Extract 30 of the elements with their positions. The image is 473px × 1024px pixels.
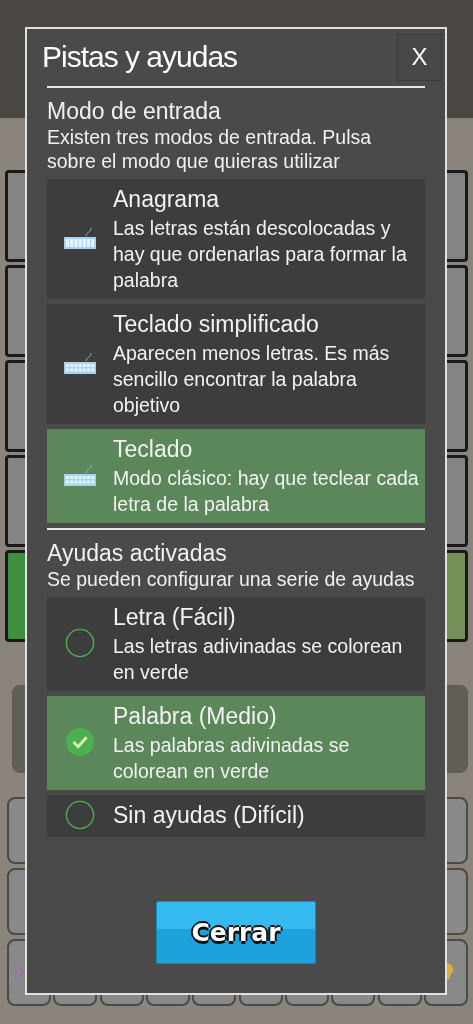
keyboard-icon xyxy=(64,464,96,486)
check-icon xyxy=(65,727,95,757)
option-title: Teclado xyxy=(113,435,194,464)
section-heading: Ayudas activadas xyxy=(47,540,228,567)
option-description: Las letras están descolocadas y hay que ordenarlas para formar la palabra xyxy=(113,216,408,293)
option-title: Letra (Fácil) xyxy=(113,603,237,632)
option-item[interactable]: Anagrama Las letras están descolocadas y hay que ordenarlas para formar la palabra xyxy=(47,179,425,299)
option-title: Sin ayudas (Difícil) xyxy=(113,801,306,830)
option-item[interactable]: Sin ayudas (Difícil) xyxy=(47,795,425,837)
radio-circle-icon xyxy=(65,800,95,830)
option-description: Modo clásico: hay que teclear cada letra de la palabra xyxy=(113,466,420,517)
option-description: Aparecen menos letras. Es más sencillo encontrar la palabra objetivo xyxy=(113,341,391,418)
option-item[interactable]: Letra (Fácil) Las letras adivinadas se colorean en verde xyxy=(47,597,425,691)
option-description: Las palabras adivinadas se colorean en verde xyxy=(113,733,351,784)
option-title: Teclado simplificado xyxy=(113,310,320,339)
option-title: Anagrama xyxy=(113,185,221,214)
play-icon xyxy=(15,963,25,982)
section-description: Se pueden configurar una serie de ayudas xyxy=(47,567,416,591)
section-description: Existen tres modos de entrada. Pulsa sobre el modo que quieras utilizar xyxy=(47,125,373,173)
keyboard-icon xyxy=(64,352,96,374)
keyboard-icon xyxy=(64,227,96,249)
radio-circle-icon xyxy=(65,628,95,658)
option-description: Las letras adivinadas se colorean en verde xyxy=(113,634,404,685)
dialog-title: Pistas y ayudas xyxy=(42,40,238,74)
option-item[interactable]: Teclado Modo clásico: hay que teclear cada letra de la palabra xyxy=(47,429,425,523)
option-item[interactable]: Teclado simplificado Aparecen menos letras. Es más sencillo encontrar la palabra objetivo xyxy=(47,304,425,424)
option-item[interactable]: Palabra (Medio) Las palabras adivinadas se colorean en verde xyxy=(47,696,425,790)
section-heading: Modo de entrada xyxy=(47,98,222,125)
close-button[interactable]: X xyxy=(397,33,442,81)
option-title: Palabra (Medio) xyxy=(113,702,278,731)
